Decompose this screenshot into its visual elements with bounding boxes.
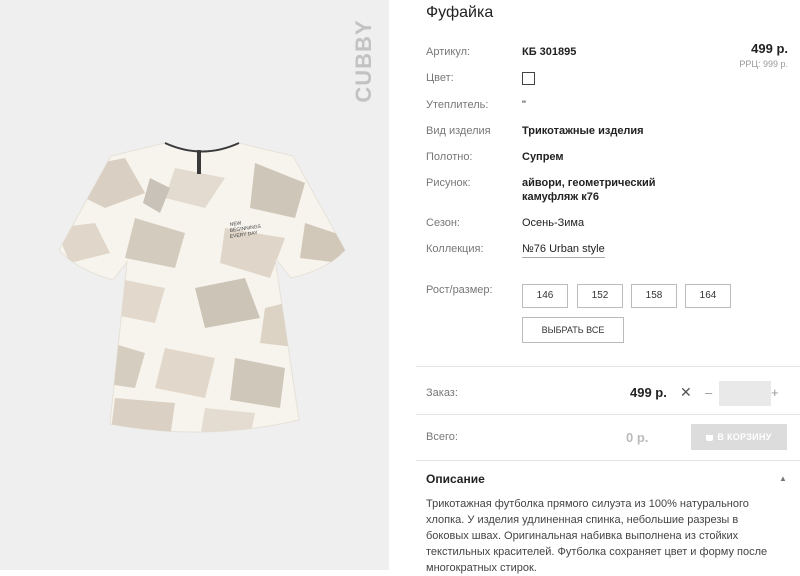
basket-icon: [706, 435, 714, 441]
total-label: Всего:: [426, 431, 458, 443]
select-all-button[interactable]: ВЫБРАТЬ ВСЕ: [522, 317, 624, 343]
insulation-value: ": [522, 99, 526, 111]
remove-icon[interactable]: ✕: [680, 384, 692, 401]
size-label: Рост/размер:: [426, 284, 493, 296]
quantity-input[interactable]: [719, 381, 771, 406]
add-to-cart-button[interactable]: В КОРЗИНУ: [691, 424, 787, 450]
order-label: Заказ:: [426, 387, 458, 399]
order-price: 499 р.: [630, 385, 667, 400]
pattern-label: Рисунок:: [426, 177, 471, 189]
description-heading[interactable]: Описание: [426, 472, 485, 486]
product-price: 499 р.: [751, 41, 788, 56]
rrc-price: РРЦ: 999 р.: [739, 59, 788, 69]
divider: [416, 366, 800, 367]
size-option-164[interactable]: 164: [685, 284, 731, 308]
fabric-label: Полотно:: [426, 151, 473, 163]
fabric-value: Супрем: [522, 151, 564, 163]
pattern-value-line2: камуфляж к76: [522, 191, 599, 203]
size-option-146[interactable]: 146: [522, 284, 568, 308]
article-label: Артикул:: [426, 46, 471, 58]
t-shirt-image: NEW BEGINNINGS EVERY DAY: [58, 142, 346, 433]
type-value: Трикотажные изделия: [522, 125, 644, 137]
color-swatch[interactable]: [522, 72, 535, 85]
article-value: КБ 301895: [522, 46, 577, 58]
collection-link-text[interactable]: №76 Urban style: [522, 243, 605, 258]
color-label: Цвет:: [426, 72, 454, 84]
collapse-caret-icon[interactable]: ▲: [779, 474, 787, 483]
season-label: Сезон:: [426, 217, 460, 229]
brand-logo: CUBBY: [351, 19, 376, 103]
pattern-value-line1: айвори, геометрический: [522, 177, 656, 189]
collection-label: Коллекция:: [426, 243, 484, 255]
add-to-cart-label: В КОРЗИНУ: [717, 432, 772, 442]
total-value: 0 р.: [626, 430, 649, 445]
collection-link[interactable]: №76 Urban style: [522, 243, 605, 258]
product-title: Фуфайка: [426, 4, 494, 21]
size-option-152[interactable]: 152: [577, 284, 623, 308]
product-photo[interactable]: CUBBY NEW BEGINNINGS EVERY DAY: [0, 0, 389, 570]
size-option-158[interactable]: 158: [631, 284, 677, 308]
decrement-button[interactable]: –: [705, 385, 712, 400]
divider: [416, 414, 800, 415]
description-text: Трикотажная футболка прямого силуэта из …: [426, 498, 768, 574]
divider: [416, 460, 800, 461]
season-value: Осень-Зима: [522, 217, 585, 229]
increment-button[interactable]: +: [771, 385, 779, 400]
insulation-label: Утеплитель:: [426, 99, 489, 111]
type-label: Вид изделия: [426, 125, 491, 137]
